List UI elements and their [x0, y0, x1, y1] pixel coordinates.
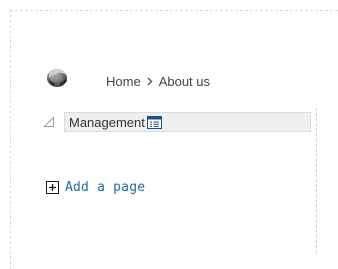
breadcrumb: Home About us: [106, 74, 210, 89]
add-page-label: Add a page: [65, 180, 146, 195]
breadcrumb-current-page[interactable]: About us: [159, 74, 210, 89]
edit-menu-icon[interactable]: [146, 115, 162, 129]
zone-border-right: [316, 108, 317, 253]
page-border-left: [10, 10, 11, 269]
chevron-right-icon: [147, 77, 153, 86]
triangle-collapse-icon[interactable]: [43, 116, 55, 128]
page-border-top: [10, 10, 338, 11]
add-page-button[interactable]: Add a page: [46, 180, 145, 195]
site-gear-logo-icon: [47, 68, 67, 87]
navigation-section-header: Management: [43, 112, 311, 132]
management-heading-box: Management: [64, 112, 311, 132]
breadcrumb-home-link[interactable]: Home: [106, 74, 141, 89]
management-heading-link[interactable]: Management: [69, 115, 145, 130]
plus-box-icon: [46, 181, 59, 194]
